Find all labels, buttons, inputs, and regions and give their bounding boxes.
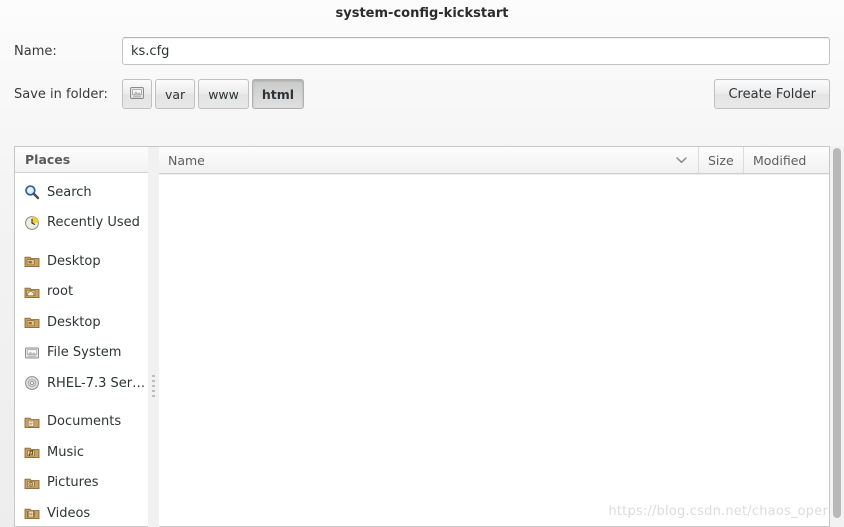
file-browser: Places Search Recently Used Desktop root…: [14, 146, 830, 527]
save-in-folder-label: Save in folder:: [14, 86, 108, 102]
sidebar-item-videos[interactable]: Videos: [15, 498, 148, 526]
sidebar-item-label: Search: [47, 184, 92, 200]
drive-harddisk-icon: [23, 344, 40, 361]
name-label: Name:: [14, 43, 57, 59]
places-list: Search Recently Used Desktop root Deskto…: [15, 173, 148, 526]
sidebar-item-desktop[interactable]: Desktop: [15, 246, 148, 277]
create-folder-label: Create Folder: [728, 86, 816, 102]
folder-videos-icon: [23, 505, 40, 522]
sidebar-item-documents[interactable]: Documents: [15, 407, 148, 438]
save-in-folder-row: Save in folder: var www html Create Fold…: [14, 79, 830, 109]
sidebar-item-root[interactable]: root: [15, 277, 148, 308]
sidebar-item-label: Videos: [47, 505, 91, 521]
sidebar-item-label: Desktop: [47, 253, 101, 269]
sidebar-item-label: Desktop: [47, 314, 101, 330]
sidebar-item-rhel-media[interactable]: RHEL-7.3 Serve...: [15, 368, 148, 399]
sidebar-item-label: root: [47, 284, 74, 300]
folder-music-icon: [23, 444, 40, 461]
sidebar-item-label: Documents: [47, 414, 122, 430]
folder-desktop-icon: [23, 253, 40, 270]
sidebar-item-label: Recently Used: [47, 215, 140, 231]
window-title-bar: system-config-kickstart: [0, 0, 844, 27]
breadcrumb-label: var: [165, 86, 186, 102]
create-folder-button[interactable]: Create Folder: [714, 79, 830, 109]
file-list-pane: Name Size Modified: [159, 146, 830, 527]
places-sidebar: Places Search Recently Used Desktop root…: [14, 146, 148, 527]
sidebar-item-recently-used[interactable]: Recently Used: [15, 208, 148, 239]
filename-input[interactable]: [122, 37, 830, 65]
sidebar-item-file-system[interactable]: File System: [15, 338, 148, 369]
column-header-name-label: Name: [168, 152, 205, 168]
page-title: system-config-kickstart: [335, 6, 509, 21]
sidebar-item-desktop-2[interactable]: Desktop: [15, 307, 148, 338]
sidebar-item-label: Pictures: [47, 475, 99, 491]
filename-row: Name:: [14, 37, 830, 65]
file-list-body[interactable]: [159, 174, 829, 526]
dialog-vertical-scrollbar[interactable]: [830, 146, 844, 527]
recent-clock-icon: [23, 214, 40, 231]
breadcrumb-www-button[interactable]: www: [198, 79, 249, 109]
column-header-size-label: Size: [708, 152, 734, 168]
search-icon: [23, 184, 40, 201]
column-header-modified-label: Modified: [753, 152, 807, 168]
breadcrumb-filesystem-button[interactable]: [122, 79, 152, 109]
breadcrumb-html-button[interactable]: html: [251, 79, 305, 109]
breadcrumb-label: html: [261, 86, 295, 102]
places-header-label: Places: [25, 152, 71, 167]
pane-splitter[interactable]: [148, 146, 159, 527]
column-header-modified[interactable]: Modified: [743, 147, 829, 173]
folder-documents-icon: [23, 413, 40, 430]
splitter-grip-icon: [152, 375, 155, 397]
media-optical-icon: [23, 375, 40, 392]
sidebar-item-search[interactable]: Search: [15, 177, 148, 208]
scrollbar-thumb[interactable]: [833, 148, 841, 518]
folder-desktop-icon: [23, 314, 40, 331]
column-header-size[interactable]: Size: [698, 147, 743, 173]
file-list-column-header: Name Size Modified: [159, 147, 829, 174]
sidebar-item-label: Music: [47, 444, 84, 460]
column-header-name[interactable]: Name: [159, 147, 698, 173]
breadcrumb-label: www: [208, 86, 239, 102]
folder-home-icon: [23, 283, 40, 300]
sidebar-item-label: File System: [47, 345, 122, 361]
sidebar-item-music[interactable]: Music: [15, 437, 148, 468]
filesystem-icon: [129, 85, 145, 104]
path-breadcrumb: var www html: [122, 79, 714, 109]
sidebar-item-pictures[interactable]: Pictures: [15, 468, 148, 499]
breadcrumb-var-button[interactable]: var: [155, 79, 196, 109]
chevron-down-icon: [676, 154, 687, 167]
folder-pictures-icon: [23, 474, 40, 491]
places-header: Places: [15, 147, 148, 173]
sidebar-item-label: RHEL-7.3 Serve...: [47, 375, 148, 391]
